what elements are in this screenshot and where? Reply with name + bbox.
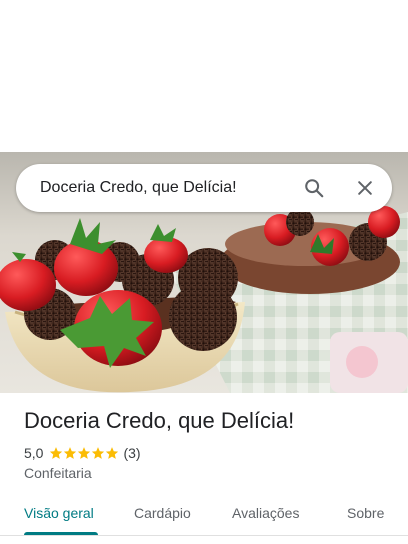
star-icon	[78, 447, 91, 459]
star-icon	[92, 447, 105, 459]
tab-about[interactable]: Sobre	[347, 492, 384, 534]
search-icon	[305, 179, 324, 198]
search-button[interactable]	[298, 172, 330, 204]
place-tabs: Visão geral Cardápio Avaliações Sobre	[0, 492, 408, 536]
tabs-divider	[0, 535, 408, 536]
star-rating	[49, 446, 119, 460]
clear-search-button[interactable]	[349, 172, 381, 204]
search-input[interactable]: Doceria Credo, que Delícia!	[40, 164, 237, 212]
star-icon	[50, 447, 63, 459]
review-count: (3)	[123, 445, 141, 461]
place-title: Doceria Credo, que Delícia!	[24, 408, 295, 433]
close-icon	[358, 181, 372, 195]
rating-row[interactable]: 5,0 (3)	[24, 444, 141, 462]
rating-value: 5,0	[24, 445, 44, 461]
tab-reviews[interactable]: Avaliações	[232, 492, 299, 534]
place-category[interactable]: Confeitaria	[24, 465, 92, 481]
tab-overview[interactable]: Visão geral	[24, 492, 94, 534]
search-bar[interactable]: Doceria Credo, que Delícia!	[16, 164, 392, 212]
star-icon	[64, 447, 77, 459]
star-icon	[106, 447, 119, 459]
tab-menu[interactable]: Cardápio	[134, 492, 191, 534]
